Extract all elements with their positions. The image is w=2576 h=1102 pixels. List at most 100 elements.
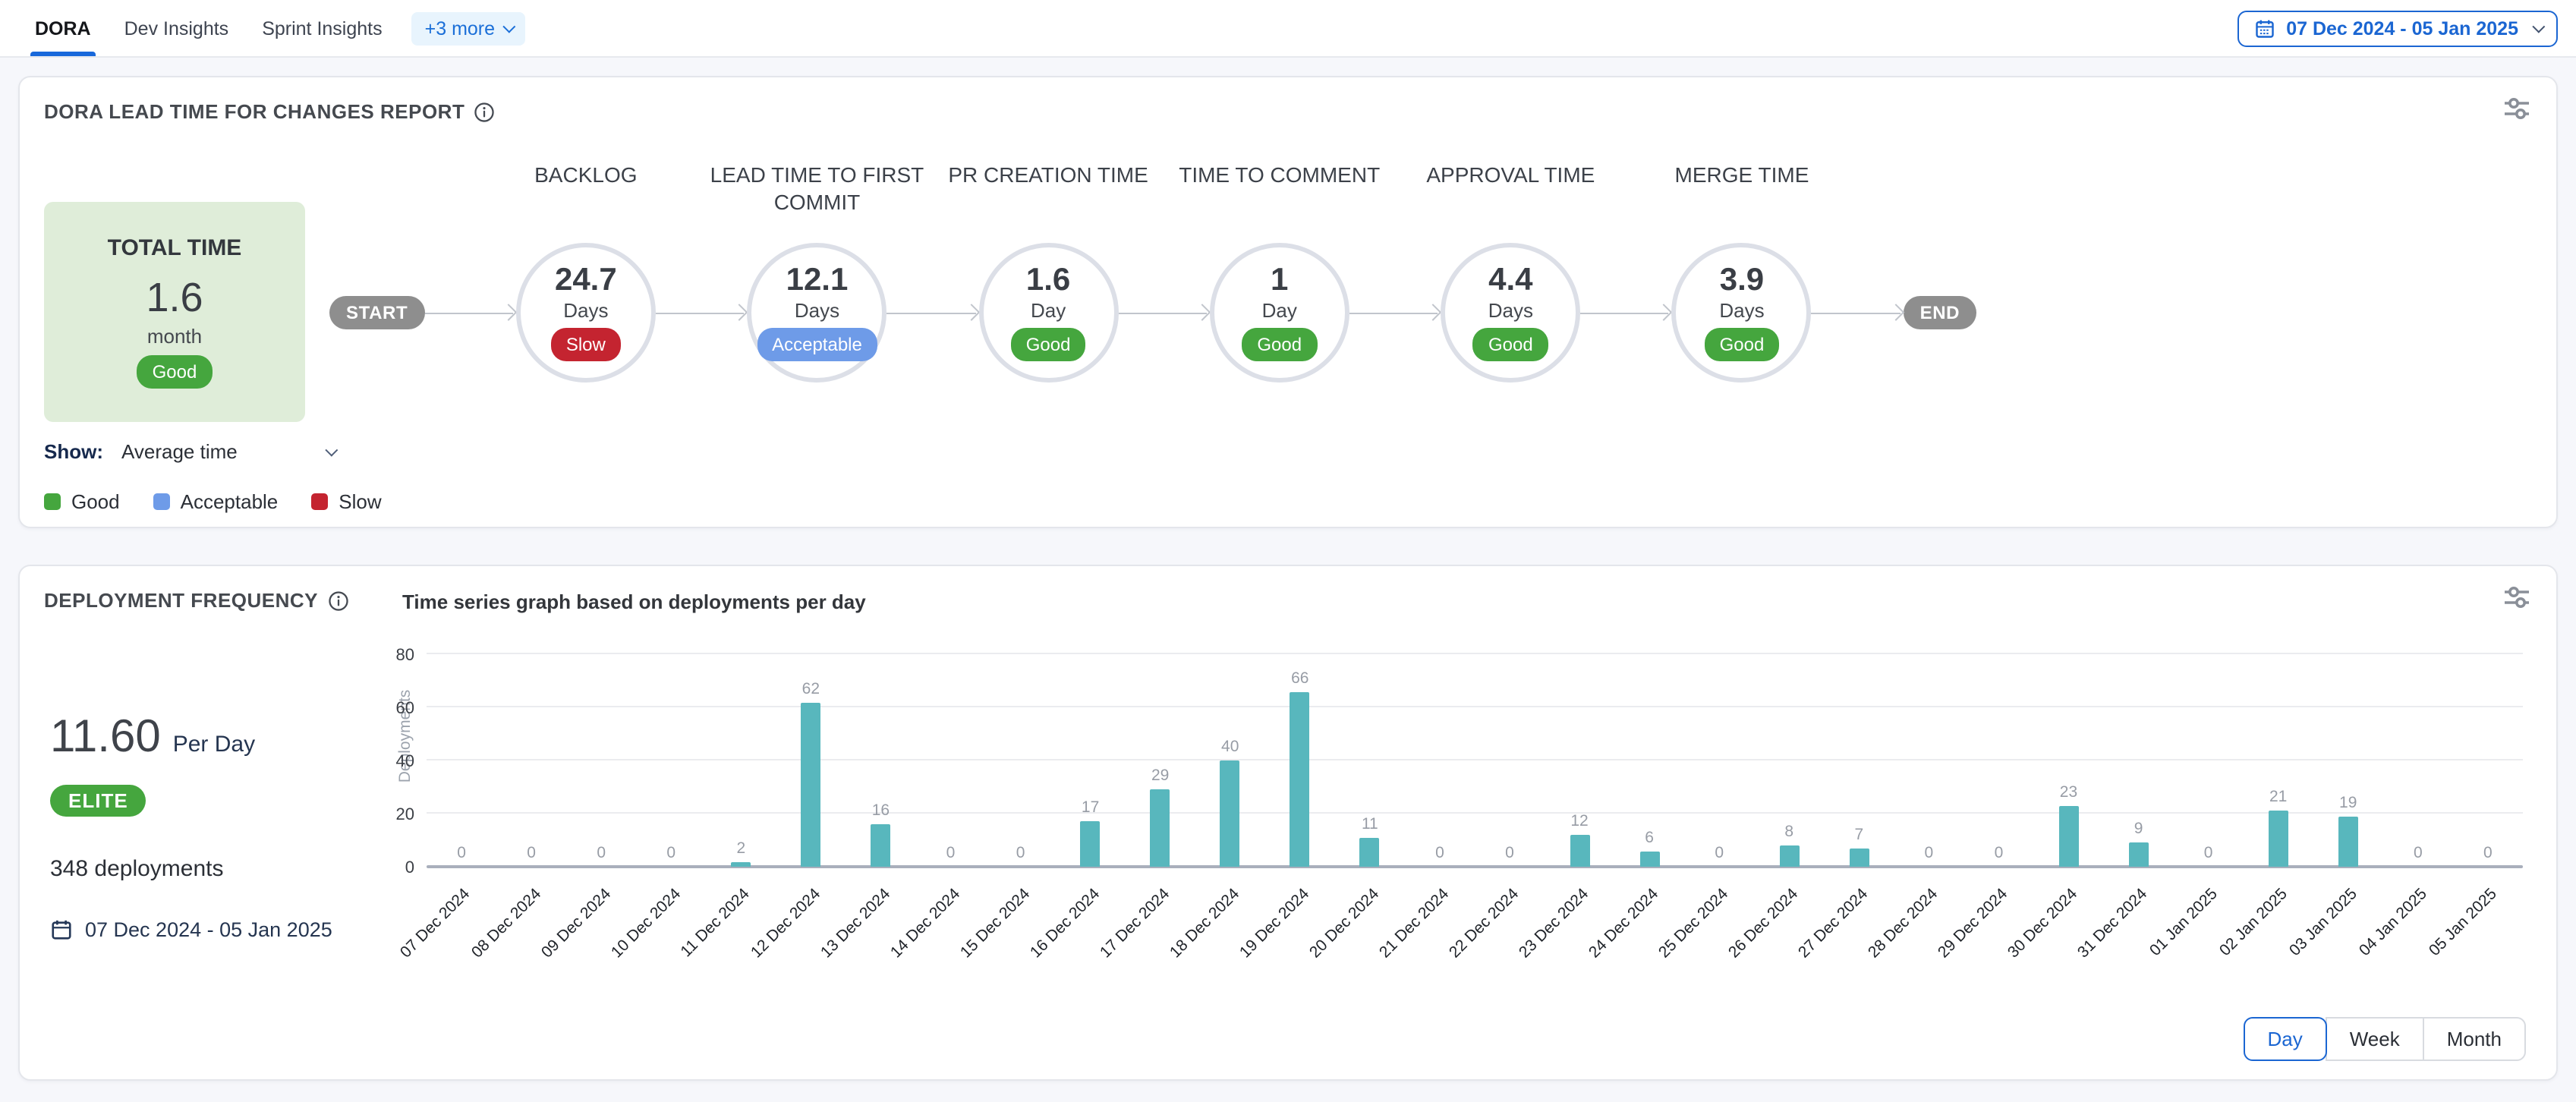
stage-name: TIME TO COMMENT	[1146, 160, 1413, 189]
legend-label: Good	[71, 490, 120, 513]
deployment-bar[interactable]	[871, 824, 890, 867]
bar-slot: 014 Dec 2024	[915, 654, 985, 867]
deployment-count: 348 deployments	[50, 856, 332, 882]
y-tick-label: 80	[357, 647, 414, 665]
show-value: Average time	[121, 440, 238, 463]
deployment-bar[interactable]	[2129, 843, 2149, 867]
stage-status-badge: Good	[1473, 328, 1548, 361]
granularity-month-button[interactable]: Month	[2423, 1017, 2526, 1061]
tab-dora[interactable]: DORA	[18, 0, 108, 56]
info-icon[interactable]	[327, 590, 348, 611]
pipeline-arrow	[1118, 303, 1210, 321]
granularity-day-button[interactable]: Day	[2243, 1017, 2326, 1061]
x-tick-label: 22 Dec 2024	[1446, 885, 1523, 962]
bar-value-label: 6	[1645, 828, 1654, 846]
deployment-bar[interactable]	[731, 861, 751, 867]
bar-value-label: 8	[1784, 823, 1793, 841]
granularity-week-button[interactable]: Week	[2326, 1017, 2424, 1061]
deployment-bar[interactable]	[1849, 849, 1869, 867]
chart-plot-area: 020406080007 Dec 2024008 Dec 2024009 Dec…	[427, 654, 2523, 867]
bar-slot: 028 Dec 2024	[1894, 654, 1963, 867]
bar-value-label: 17	[1082, 799, 1099, 817]
deployment-bar[interactable]	[1639, 851, 1659, 867]
deployment-bar[interactable]	[801, 702, 820, 867]
stage-lead-time-to-first-commit: LEAD TIME TO FIRST COMMIT12.1DaysAccepta…	[747, 242, 886, 382]
calendar-icon	[2254, 17, 2275, 39]
date-range-picker[interactable]: 07 Dec 2024 - 05 Jan 2025	[2237, 10, 2558, 46]
tab-dev-insights[interactable]: Dev Insights	[108, 0, 246, 56]
stage-status-badge: Slow	[551, 328, 621, 361]
deployment-date-range-label: 07 Dec 2024 - 05 Jan 2025	[85, 918, 332, 941]
show-dropdown[interactable]: Show: Average time	[44, 440, 335, 463]
stage-value: 1.6	[1026, 263, 1070, 298]
tab-label: DORA	[35, 17, 91, 39]
x-tick-label: 27 Dec 2024	[1795, 885, 1872, 962]
top-tab-bar: DORADev InsightsSprint Insights +3 more …	[0, 0, 2576, 58]
stage-circle: 3.9DaysGood	[1672, 242, 1812, 382]
bar-value-label: 23	[2060, 783, 2077, 801]
bar-value-label: 2	[736, 839, 745, 857]
x-tick-label: 18 Dec 2024	[1167, 885, 1243, 962]
bar-slot: 005 Jan 2025	[2453, 654, 2523, 867]
x-tick-label: 04 Jan 2025	[2356, 885, 2431, 960]
deployment-bar[interactable]	[2058, 806, 2078, 867]
lead-time-card: DORA LEAD TIME FOR CHANGES REPORT TOTAL …	[18, 76, 2558, 528]
date-range-label: 07 Dec 2024 - 05 Jan 2025	[2286, 17, 2518, 39]
status-legend: GoodAcceptableSlow	[44, 490, 2532, 513]
deployment-card-title: DEPLOYMENT FREQUENCY	[44, 589, 348, 612]
info-icon[interactable]	[474, 101, 495, 122]
tab-sprint-insights[interactable]: Sprint Insights	[245, 0, 398, 56]
deployment-bar[interactable]	[1570, 835, 1589, 867]
stage-backlog: BACKLOG24.7DaysSlow	[516, 242, 656, 382]
x-tick-label: 17 Dec 2024	[1096, 885, 1173, 962]
tab-list: DORA Dev Insights Sprint Insights	[18, 0, 399, 56]
bar-slot: 1120 Dec 2024	[1335, 654, 1405, 867]
lead-time-settings-button[interactable]	[2502, 96, 2532, 126]
deployment-bar[interactable]	[1220, 760, 1240, 867]
deployments-bar-chart: Deployments 020406080007 Dec 2024008 Dec…	[427, 654, 2523, 867]
filter-sliders-icon	[2502, 96, 2532, 121]
deployment-bar[interactable]	[1290, 691, 1310, 867]
x-tick-label: 23 Dec 2024	[1516, 885, 1592, 962]
stage-status-badge: Acceptable	[757, 328, 877, 361]
deployment-stats: 11.60 Per Day ELITE 348 deployments 07 D…	[50, 712, 332, 941]
deployment-bar[interactable]	[1081, 822, 1101, 867]
x-tick-label: 20 Dec 2024	[1306, 885, 1383, 962]
deployment-settings-button[interactable]	[2502, 584, 2532, 615]
deployment-bar[interactable]	[1779, 845, 1799, 867]
stage-value: 3.9	[1720, 263, 1764, 298]
more-tabs-button[interactable]: +3 more	[411, 11, 525, 45]
stage-value: 24.7	[555, 263, 617, 298]
deployment-bar[interactable]	[2269, 811, 2288, 867]
x-tick-label: 24 Dec 2024	[1586, 885, 1662, 962]
bar-slot: 4018 Dec 2024	[1195, 654, 1265, 867]
chevron-down-icon	[502, 20, 515, 33]
calendar-icon	[50, 918, 73, 941]
tab-label: Dev Insights	[124, 17, 229, 39]
deployment-bar[interactable]	[2338, 817, 2358, 867]
legend-item-slow: Slow	[311, 490, 381, 513]
bar-slot: 007 Dec 2024	[427, 654, 496, 867]
bar-value-label: 21	[2269, 789, 2287, 807]
stage-circle: 4.4DaysGood	[1441, 242, 1580, 382]
deployment-bar[interactable]	[1151, 790, 1170, 867]
deployment-bar[interactable]	[1360, 838, 1380, 867]
stage-unit: Days	[1719, 299, 1764, 322]
bar-slot: 826 Dec 2024	[1754, 654, 1824, 867]
bar-value-label: 0	[527, 844, 536, 862]
x-tick-label: 02 Jan 2025	[2216, 885, 2291, 960]
deployment-frequency-card: DEPLOYMENT FREQUENCY Time series graph b…	[18, 565, 2558, 1081]
x-tick-label: 25 Dec 2024	[1655, 885, 1732, 962]
chart-title: Time series graph based on deployments p…	[402, 590, 866, 613]
total-time-value: 1.6	[146, 276, 203, 321]
x-tick-label: 11 Dec 2024	[678, 885, 754, 961]
bar-slot: 004 Jan 2025	[2383, 654, 2453, 867]
stage-name: PR CREATION TIME	[915, 160, 1182, 189]
bar-slot: 1716 Dec 2024	[1056, 654, 1126, 867]
bar-value-label: 62	[802, 679, 820, 697]
x-tick-label: 13 Dec 2024	[817, 885, 893, 962]
bar-value-label: 0	[1995, 844, 2004, 862]
bar-value-label: 0	[1715, 844, 1724, 862]
bar-value-label: 0	[666, 844, 675, 862]
stage-unit: Days	[795, 299, 839, 322]
